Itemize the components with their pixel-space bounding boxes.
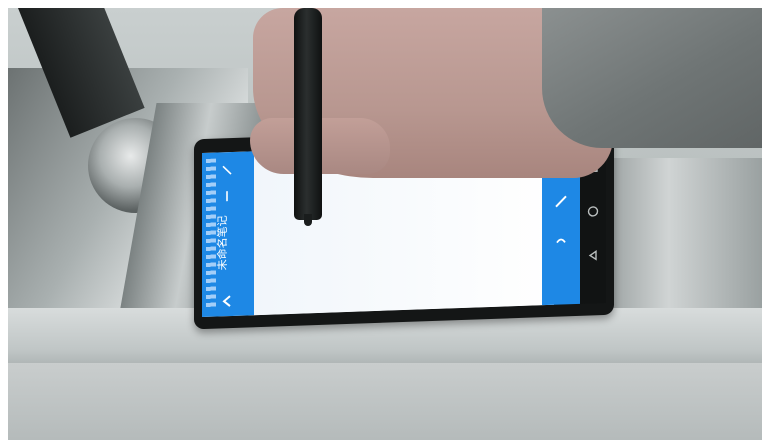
back-arrow-icon[interactable] <box>218 292 236 311</box>
home-icon[interactable] <box>586 203 600 217</box>
more-icon[interactable] <box>220 188 234 202</box>
menu-icon[interactable] <box>220 162 234 176</box>
stylus-tip <box>304 214 312 226</box>
sleeve <box>542 8 762 148</box>
app-bar: 未命名笔记 <box>202 151 254 318</box>
stylus <box>294 8 322 220</box>
nav-back-icon[interactable] <box>586 247 600 261</box>
floor <box>8 363 762 440</box>
right-clamp <box>592 158 762 328</box>
note-title: 未命名笔记 <box>216 215 229 271</box>
photo-frame: 未命名笔记 <box>0 0 762 440</box>
undo-icon[interactable] <box>552 232 570 251</box>
lab-scene: 未命名笔记 <box>8 8 762 440</box>
pen-icon[interactable] <box>552 192 570 211</box>
